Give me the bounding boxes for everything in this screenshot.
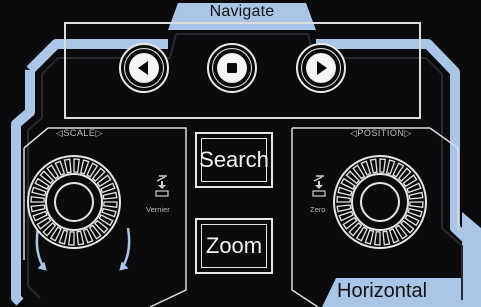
stop-square-icon (227, 63, 237, 73)
zoom-button[interactable]: Zoom (195, 218, 273, 274)
knob-dial (333, 155, 427, 249)
position-label: ◁POSITION▷ (350, 128, 412, 139)
knob-dial (27, 155, 121, 249)
press-knob-icon (312, 175, 326, 197)
zero-label: Zero (310, 205, 326, 214)
previous-button[interactable] (119, 43, 169, 93)
horizontal-title: Horizontal (337, 280, 428, 302)
play-right-icon (317, 61, 327, 75)
vernier-label: Vernier (146, 205, 170, 214)
navigate-title: Navigate (209, 3, 275, 20)
press-knob-icon (155, 175, 169, 197)
horizontal-control-panel: Navigate ◁SCALE▷ ◁POSITION▷ Search Zoom … (0, 0, 481, 307)
search-button-label: Search (199, 147, 269, 172)
position-label-text: POSITION (357, 128, 405, 138)
search-button[interactable]: Search (195, 132, 273, 188)
play-left-icon (138, 61, 148, 75)
arrow-right-icon: ▷ (404, 128, 412, 138)
scale-label-text: SCALE (63, 128, 96, 138)
zoom-button-label: Zoom (205, 233, 263, 258)
position-knob[interactable] (332, 154, 428, 250)
scale-label: ◁SCALE▷ (56, 128, 103, 139)
next-button[interactable] (296, 43, 346, 93)
arrow-right-icon: ▷ (95, 128, 103, 138)
scale-knob[interactable] (26, 154, 122, 250)
stop-button[interactable] (207, 43, 257, 93)
